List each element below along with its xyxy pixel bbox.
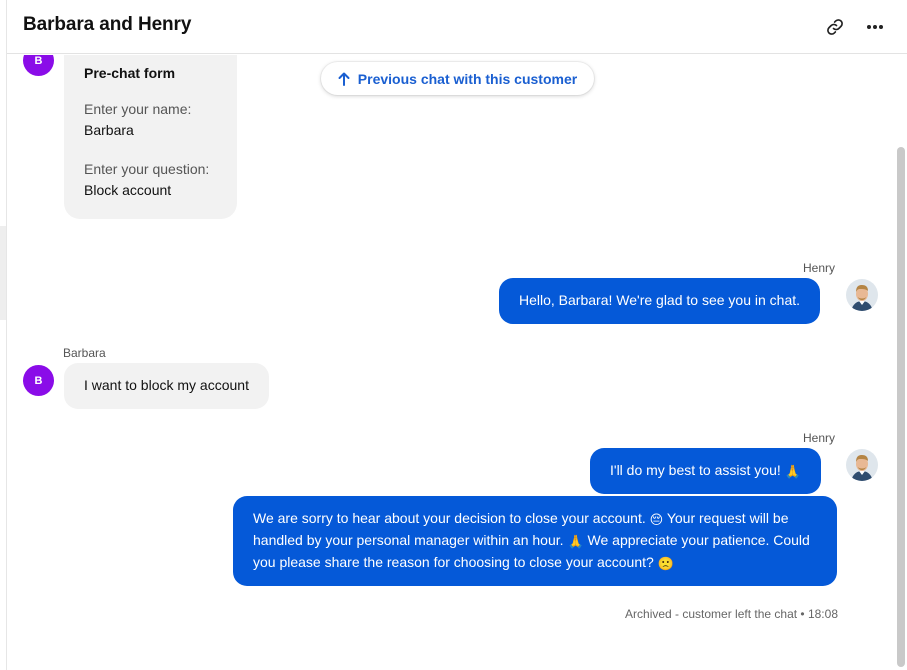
message-text: We are sorry to hear about your decision…	[253, 510, 646, 526]
left-panel-edge	[0, 0, 7, 670]
sender-name: Henry	[803, 431, 836, 445]
link-icon[interactable]	[822, 14, 848, 40]
previous-chat-button[interactable]: Previous chat with this customer	[321, 62, 594, 95]
previous-chat-label: Previous chat with this customer	[357, 70, 578, 87]
prechat-field-label: Enter your question:	[84, 161, 210, 177]
prechat-form-card: Pre-chat form Enter your name: Barbara E…	[64, 55, 237, 219]
pensive-face-emoji: 😔	[649, 512, 664, 527]
arrow-up-icon	[338, 72, 350, 86]
agent-avatar	[846, 279, 878, 311]
prechat-field-value: Barbara	[84, 122, 134, 138]
slightly-frowning-face-emoji: 🙁	[657, 556, 674, 571]
prechat-field-value: Block account	[84, 182, 172, 198]
chat-status: Archived - customer left the chat • 18:0…	[625, 607, 838, 621]
customer-avatar: B	[23, 55, 54, 76]
left-panel-notch	[0, 226, 6, 320]
chat-transcript: B Pre-chat form Enter your name: Barbara…	[7, 55, 907, 670]
praying-hands-emoji: 🙏	[567, 534, 584, 549]
agent-message-bubble: We are sorry to hear about your decision…	[233, 496, 837, 586]
more-horizontal-icon[interactable]	[862, 14, 888, 40]
sender-name: Barbara	[63, 346, 106, 360]
agent-message-bubble: Hello, Barbara! We're glad to see you in…	[499, 278, 821, 324]
sender-name: Henry	[803, 261, 836, 275]
chat-title: Barbara and Henry	[23, 14, 192, 35]
chat-header: Barbara and Henry	[7, 0, 907, 54]
customer-avatar: B	[23, 365, 54, 396]
prechat-form-title: Pre-chat form	[84, 65, 176, 81]
agent-message-bubble: I'll do my best to assist you! 🙏	[590, 448, 821, 494]
customer-message-bubble: I want to block my account	[64, 363, 269, 409]
prechat-field-label: Enter your name:	[84, 101, 192, 117]
scrollbar[interactable]	[897, 147, 905, 667]
message-text: I'll do my best to assist you!	[610, 462, 781, 478]
praying-hands-emoji: 🙏	[784, 464, 801, 479]
agent-avatar	[846, 449, 878, 481]
